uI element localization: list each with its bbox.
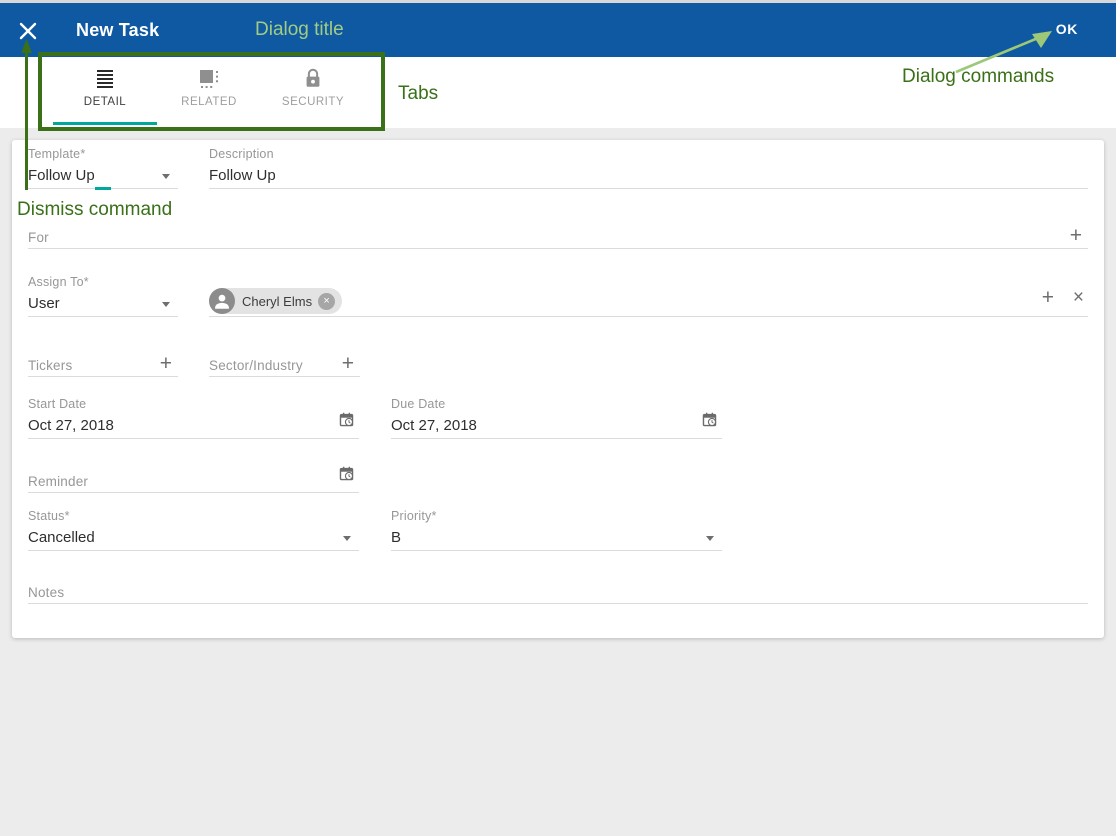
due-date-label: Due Date — [391, 397, 445, 411]
close-icon[interactable] — [18, 21, 38, 41]
assignees-field[interactable]: Cheryl Elms × + × — [209, 275, 1088, 317]
calendar-clock-icon[interactable] — [338, 411, 355, 433]
reminder-label: Reminder — [28, 474, 88, 489]
template-field[interactable]: Template* Follow Up — [28, 147, 178, 189]
priority-field[interactable]: Priority* B — [391, 509, 722, 551]
person-icon — [209, 288, 235, 314]
status-value: Cancelled — [28, 529, 95, 546]
status-field[interactable]: Status* Cancelled — [28, 509, 359, 551]
new-task-dialog: New Task OK Dialog title DETAIL RELATED … — [0, 0, 1116, 836]
for-label: For — [28, 230, 49, 245]
start-date-field[interactable]: Start Date Oct 27, 2018 — [28, 397, 359, 439]
assignee-name: Cheryl Elms — [242, 294, 312, 309]
tab-label: RELATED — [157, 96, 261, 108]
assign-to-field[interactable]: Assign To* User — [28, 275, 178, 317]
description-field[interactable]: Description Follow Up — [209, 147, 1088, 189]
tab-bar: DETAIL RELATED SECURITY — [0, 57, 1116, 128]
dropdown-arrow-icon[interactable] — [706, 536, 714, 541]
tab-related[interactable]: RELATED — [157, 65, 261, 121]
add-ticker-icon[interactable]: + — [160, 354, 172, 374]
add-sector-icon[interactable]: + — [342, 354, 354, 374]
tab-security[interactable]: SECURITY — [261, 65, 365, 121]
assignee-chip[interactable]: Cheryl Elms × — [209, 288, 342, 314]
dropdown-arrow-icon[interactable] — [162, 174, 170, 179]
sector-industry-field[interactable]: Sector/Industry + — [209, 357, 360, 377]
lock-icon — [261, 65, 365, 93]
add-assignee-icon[interactable]: + — [1042, 288, 1054, 308]
template-label: Template* — [28, 147, 85, 161]
template-value: Follow Up — [28, 167, 95, 184]
related-layers-icon — [157, 65, 261, 93]
dialog-title-text: New Task — [76, 20, 159, 41]
clear-assignees-icon[interactable]: × — [1073, 288, 1084, 307]
due-date-field[interactable]: Due Date Oct 27, 2018 — [391, 397, 722, 439]
calendar-clock-icon[interactable] — [701, 411, 718, 433]
notes-field[interactable]: Notes — [28, 584, 1088, 604]
chip-remove-icon[interactable]: × — [318, 293, 335, 310]
detail-lines-icon — [53, 65, 157, 93]
dialog-body-card: Template* Follow Up Description Follow U… — [12, 140, 1104, 638]
priority-value: B — [391, 529, 401, 546]
priority-label: Priority* — [391, 509, 437, 523]
assign-to-label: Assign To* — [28, 275, 89, 289]
annotation-dialog-title: Dialog title — [255, 19, 344, 41]
notes-label: Notes — [28, 585, 64, 600]
calendar-clock-icon[interactable] — [338, 465, 355, 487]
dropdown-arrow-icon[interactable] — [162, 302, 170, 307]
description-label: Description — [209, 147, 274, 161]
focus-accent — [95, 187, 111, 190]
start-date-value: Oct 27, 2018 — [28, 417, 114, 434]
tab-label: SECURITY — [261, 96, 365, 108]
tickers-field[interactable]: Tickers + — [28, 357, 178, 377]
tickers-label: Tickers — [28, 358, 72, 373]
for-field[interactable]: For + — [28, 229, 1088, 249]
due-date-value: Oct 27, 2018 — [391, 417, 477, 434]
reminder-field[interactable]: Reminder — [28, 473, 359, 493]
start-date-label: Start Date — [28, 397, 86, 411]
dropdown-arrow-icon[interactable] — [343, 536, 351, 541]
status-label: Status* — [28, 509, 70, 523]
active-tab-indicator — [53, 122, 157, 125]
tab-detail[interactable]: DETAIL — [53, 65, 157, 121]
ok-button[interactable]: OK — [1056, 21, 1078, 37]
assign-to-value: User — [28, 295, 60, 312]
dialog-header: New Task OK Dialog title — [0, 3, 1116, 57]
description-value: Follow Up — [209, 167, 276, 184]
tab-label: DETAIL — [53, 96, 157, 108]
add-for-icon[interactable]: + — [1070, 226, 1082, 246]
sector-industry-label: Sector/Industry — [209, 358, 303, 373]
